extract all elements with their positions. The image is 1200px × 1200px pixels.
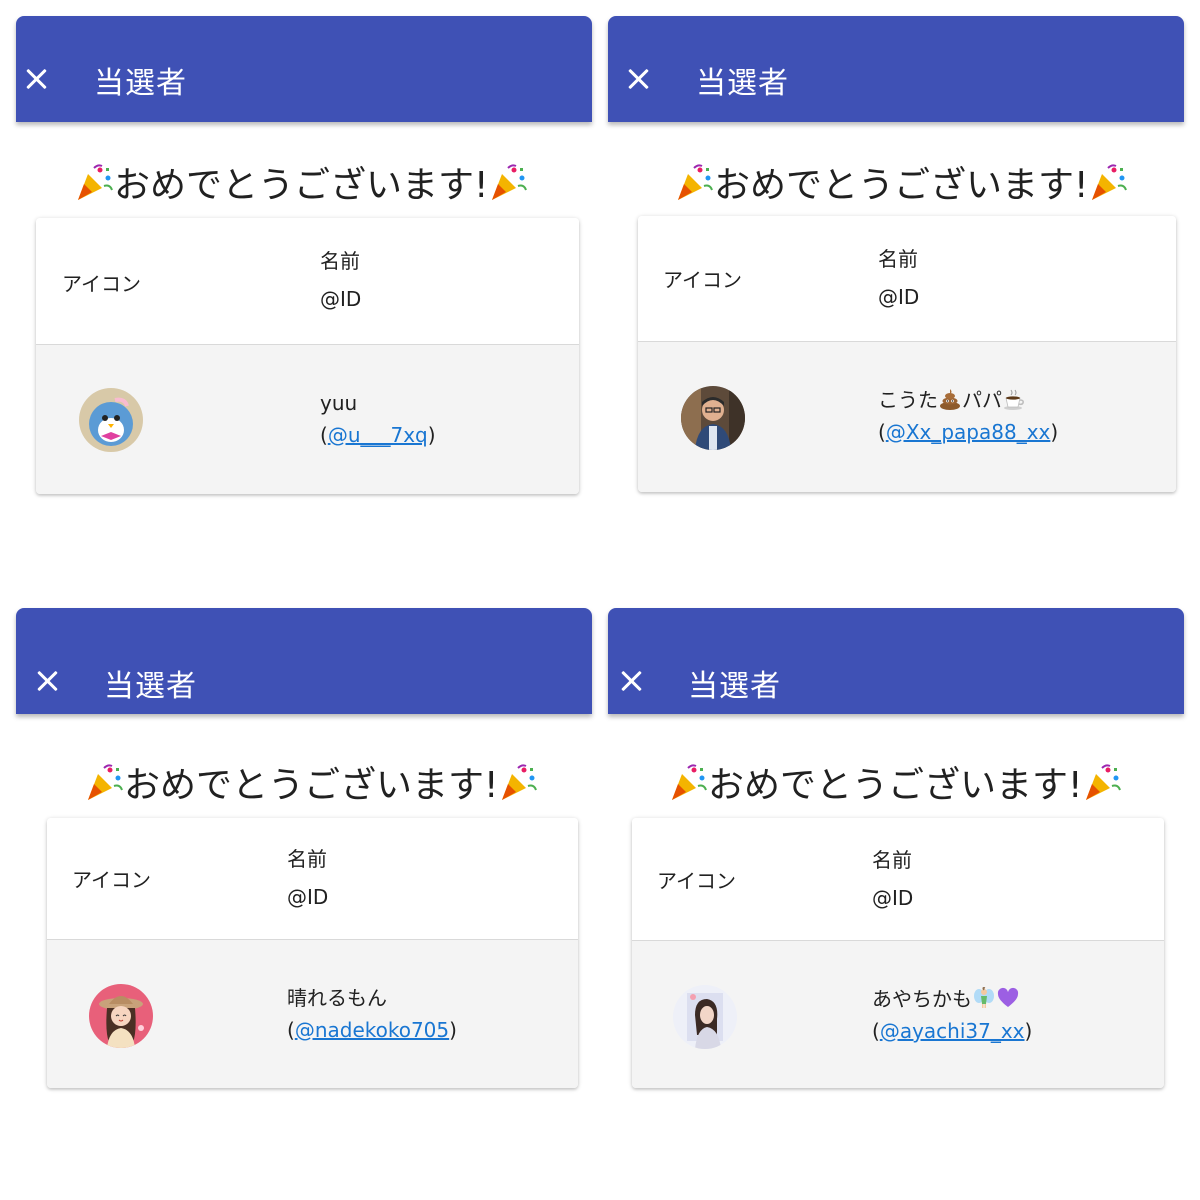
girl-with-hat-avatar	[89, 984, 153, 1048]
winner-table: アイコン 名前 @ID 晴れるもん (@nadekoko705)	[47, 818, 578, 1088]
table-row: 晴れるもん (@nadekoko705)	[47, 940, 578, 1088]
icon-column-header: アイコン	[657, 869, 736, 893]
table-row: yuu (@u___7xq)	[36, 345, 579, 494]
party-popper-icon	[88, 764, 123, 800]
winner-dialog-4: 当選者 おめでとうございます! アイコン 名前 @ID あやちかも (@ayac…	[608, 608, 1184, 1098]
party-popper-icon	[678, 164, 713, 200]
winner-name-id: こうた パパ (@Xx_papa88_xx)	[878, 384, 1058, 448]
id-column-header: @ID	[320, 287, 362, 311]
winner-dialog-2: 当選者 おめでとうございます! アイコン 名前 @ID こうた パパ (@Xx_p…	[608, 16, 1184, 506]
dialog-title: 当選者	[696, 66, 789, 101]
winner-table: アイコン 名前 @ID あやちかも (@ayachi37_xx)	[632, 818, 1164, 1088]
winner-table: アイコン 名前 @ID yuu (@u___7xq)	[36, 218, 579, 494]
congrats-message: おめでとうございます!	[674, 156, 1128, 208]
party-popper-icon	[1086, 764, 1122, 800]
purple-heart-emoji-icon	[997, 987, 1019, 1007]
id-column-header: @ID	[878, 285, 920, 309]
dialog-title: 当選者	[104, 669, 197, 704]
winner-handle-link[interactable]: @Xx_papa88_xx	[886, 420, 1051, 444]
winner-name-id: 晴れるもん (@nadekoko705)	[287, 982, 457, 1046]
winner-handle-link[interactable]: @u___7xq	[328, 423, 428, 447]
table-header: アイコン 名前 @ID	[632, 818, 1164, 941]
winner-table: アイコン 名前 @ID こうた パパ (@Xx_papa88_xx)	[638, 216, 1176, 492]
close-icon[interactable]	[619, 669, 643, 693]
congrats-message: おめでとうございます!	[74, 156, 528, 208]
icon-column-header: アイコン	[62, 272, 141, 296]
name-column-header: 名前	[878, 247, 918, 271]
app-bar: 当選者	[16, 16, 592, 122]
winner-id: (@u___7xq)	[320, 423, 436, 447]
winner-handle-link[interactable]: @ayachi37_xx	[880, 1019, 1025, 1043]
woman-photo-avatar	[673, 985, 737, 1049]
winner-name: yuu	[320, 391, 358, 415]
close-icon[interactable]	[35, 669, 59, 693]
coffee-emoji-icon	[1004, 389, 1024, 410]
fairy-emoji-icon	[974, 987, 994, 1008]
table-header: アイコン 名前 @ID	[638, 216, 1176, 342]
penguin-plush-avatar	[79, 388, 143, 452]
dialog-title: 当選者	[94, 66, 187, 101]
congrats-message: おめでとうございます!	[84, 756, 538, 808]
winner-handle-link[interactable]: @nadekoko705	[295, 1018, 449, 1042]
id-column-header: @ID	[872, 886, 914, 910]
id-column-header: @ID	[287, 885, 329, 909]
winner-name-id: yuu (@u___7xq)	[320, 387, 436, 451]
congrats-text: おめでとうございます!	[708, 765, 1083, 806]
congrats-text: おめでとうございます!	[124, 765, 499, 806]
congrats-message: おめでとうございます!	[668, 756, 1122, 808]
winner-id: (@Xx_papa88_xx)	[878, 420, 1059, 444]
close-icon[interactable]	[626, 67, 650, 91]
winner-name: こうた パパ	[878, 384, 1058, 416]
party-popper-icon	[672, 764, 707, 800]
winner-id: (@nadekoko705)	[287, 1018, 457, 1042]
app-bar: 当選者	[608, 16, 1184, 122]
table-header: アイコン 名前 @ID	[36, 218, 579, 345]
congrats-text: おめでとうございます!	[114, 165, 489, 206]
table-header: アイコン 名前 @ID	[47, 818, 578, 940]
party-popper-icon	[502, 764, 538, 800]
winner-dialog-1: 当選者 おめでとうございます! アイコン 名前 @ID yuu (@u___7x…	[16, 16, 592, 506]
congrats-text: おめでとうございます!	[714, 165, 1089, 206]
dialog-title: 当選者	[688, 669, 781, 704]
app-bar: 当選者	[608, 608, 1184, 714]
winner-name: 晴れるもん	[287, 986, 387, 1010]
name-column-header: 名前	[287, 847, 327, 871]
name-column-header: 名前	[872, 848, 912, 872]
winner-dialog-3: 当選者 おめでとうございます! アイコン 名前 @ID 晴れるもん (@nade…	[16, 608, 592, 1098]
man-with-glasses-avatar	[681, 386, 745, 450]
close-icon[interactable]	[24, 67, 48, 91]
party-popper-icon	[78, 164, 113, 200]
name-column-header: 名前	[320, 249, 360, 273]
party-popper-icon	[1092, 164, 1128, 200]
table-row: あやちかも (@ayachi37_xx)	[632, 941, 1164, 1088]
winner-id: (@ayachi37_xx)	[872, 1019, 1033, 1043]
app-bar: 当選者	[16, 608, 592, 714]
party-popper-icon	[492, 164, 528, 200]
icon-column-header: アイコン	[663, 268, 742, 292]
poop-emoji-icon	[940, 389, 960, 410]
table-row: こうた パパ (@Xx_papa88_xx)	[638, 342, 1176, 492]
winner-name-id: あやちかも (@ayachi37_xx)	[872, 983, 1032, 1047]
icon-column-header: アイコン	[72, 868, 151, 892]
winner-name: あやちかも	[872, 983, 1032, 1015]
